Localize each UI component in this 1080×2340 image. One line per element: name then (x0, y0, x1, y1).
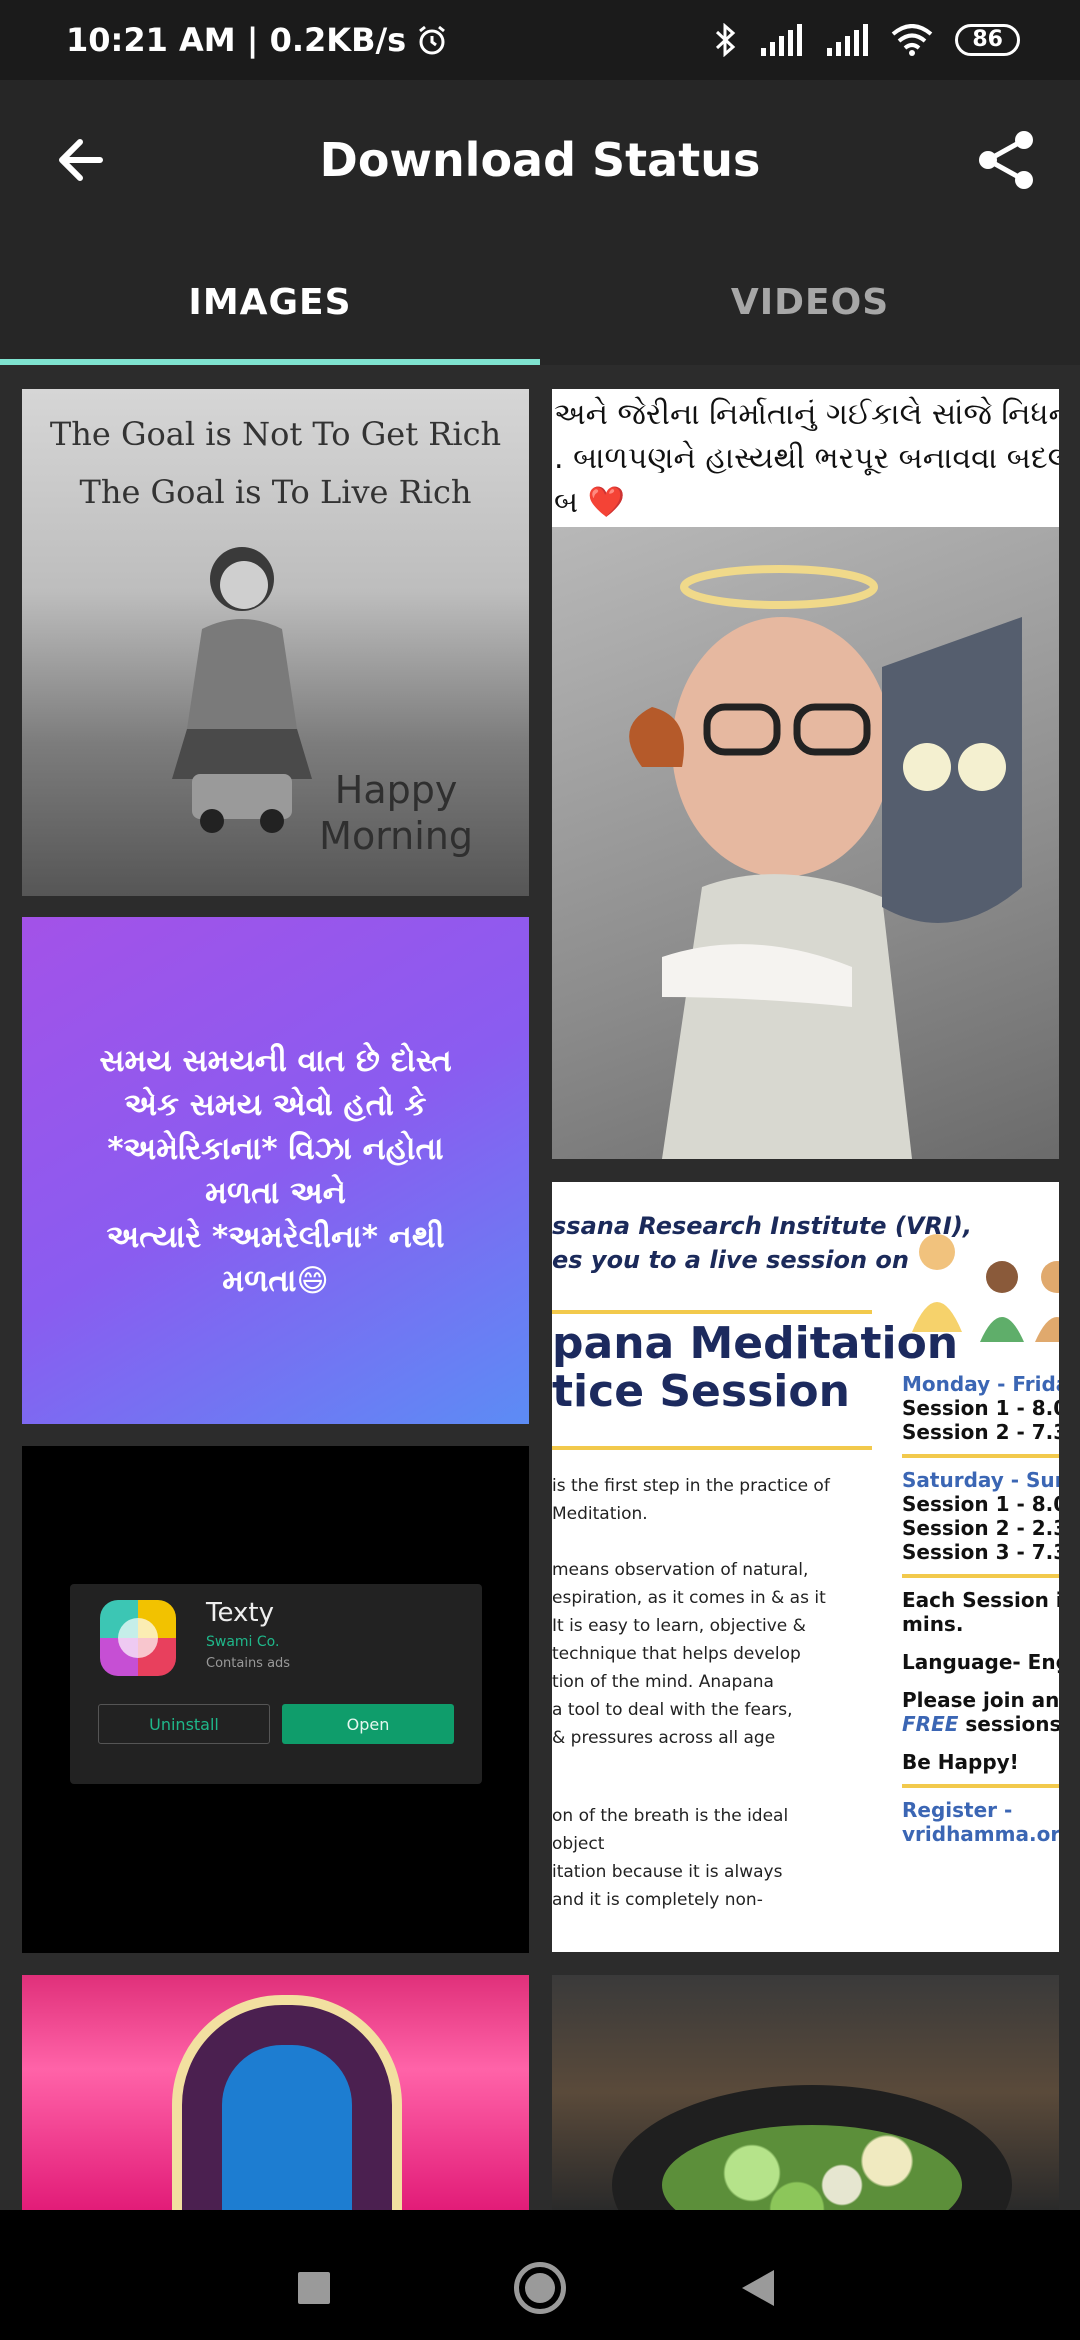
text-line: and it is completely non- (552, 1890, 763, 1910)
status-tile-gujarati[interactable]: સમય સમયની વાત છે દોસ્ત એક સમય એવો હતો કે… (22, 917, 529, 1424)
arrow-left-icon[interactable] (50, 128, 114, 192)
meditation-paragraph: is the first step in the practice of Med… (552, 1472, 830, 1528)
text-line: & pressures across all age (552, 1728, 776, 1748)
meditating-figures (912, 1234, 1059, 1342)
meditation-heading: pana Meditation tice Session (552, 1320, 958, 1416)
tribute-caption: અને જેરીના નિર્માતાનું ગઈકાલે સાંજે નિધન… (552, 389, 1059, 527)
app-icon (100, 1600, 176, 1676)
divider (552, 1446, 872, 1450)
divider (902, 1454, 1059, 1458)
schedule-note: FREE sessions. (902, 1712, 1059, 1736)
status-tile-food[interactable] (552, 1975, 1059, 2210)
meditation-paragraph: on of the breath is the ideal object ita… (552, 1802, 830, 1914)
tab-images[interactable]: IMAGES (0, 240, 540, 365)
text-line: અને જેરીના નિર્માતાનું ગઈકાલે સાંજે નિધન… (554, 397, 1059, 432)
schedule-column: Monday - Friday Session 1 - 8.00 Session… (902, 1372, 1059, 1846)
bluetooth-icon (716, 23, 736, 57)
app-card: Texty Swami Co. Contains ads Uninstall O… (70, 1584, 482, 1784)
schedule-heading: Saturday - Sund (902, 1468, 1059, 1492)
alarm-icon (419, 25, 446, 55)
status-bar: 10:21 AM | 0.2KB/s 86 (0, 0, 1080, 80)
status-time: 10:21 AM | 0.2KB/s (66, 21, 407, 59)
quote-line: Happy (334, 768, 458, 812)
uninstall-button: Uninstall (98, 1704, 270, 1744)
text-line: means observation of natural, (552, 1560, 809, 1580)
text-line: on of the breath is the ideal object (552, 1806, 789, 1854)
sessions-label: sessions. (958, 1712, 1059, 1736)
schedule-item: Session 1 - 8.00 (902, 1492, 1059, 1516)
signal-icon (827, 24, 869, 56)
back-icon[interactable] (742, 2270, 774, 2306)
divider (902, 1574, 1059, 1578)
app-bar: Download Status (0, 80, 1080, 240)
divider (902, 1784, 1059, 1788)
schedule-note: Each Session is o (902, 1588, 1059, 1612)
schedule-note: Please join any o (902, 1688, 1059, 1712)
text-line: એક સમય એવો હતો કે (124, 1086, 427, 1123)
schedule-heading: Monday - Friday (902, 1372, 1059, 1396)
heading-line: pana Meditation (552, 1318, 959, 1369)
signal-icon (761, 24, 803, 56)
text-line: બ ❤️ (554, 485, 625, 520)
schedule-note: mins. (902, 1612, 964, 1636)
open-button: Open (282, 1704, 454, 1744)
home-icon[interactable] (514, 2262, 566, 2314)
schedule-item: Session 1 - 8.00 (902, 1396, 1059, 1420)
free-label: FREE (902, 1712, 959, 1736)
meditation-intro: es you to a live session on (552, 1246, 909, 1274)
text-line: . બાળપણને હાસ્યથી ભરપૂર બનાવવા બદલ આભાર (554, 441, 1059, 476)
heading-line: tice Session (552, 1366, 850, 1417)
meditation-paragraph: means observation of natural, espiration… (552, 1556, 830, 1752)
register-label: Register - (902, 1798, 1013, 1822)
schedule-item: Session 2 - 7.30 (902, 1420, 1059, 1444)
recent-apps-icon[interactable] (298, 2272, 330, 2304)
schedule-item: Session 2 - 2.30 (902, 1516, 1059, 1540)
quote-line: The Goal is Not To Get Rich (49, 415, 502, 453)
text-line: અત્યારે *અમરેલીના* નથી (106, 1218, 445, 1255)
text-line: Meditation. (552, 1504, 648, 1524)
status-tile-app[interactable]: Texty Swami Co. Contains ads Uninstall O… (22, 1446, 529, 1953)
tab-bar: IMAGES VIDEOS (0, 240, 1080, 365)
text-line: tion of the mind. Anapana (552, 1672, 774, 1692)
schedule-note: Language- Engli (902, 1650, 1059, 1674)
page-title: Download Status (319, 133, 761, 187)
text-line: technique that helps develop (552, 1644, 801, 1664)
status-tile-shrine[interactable] (22, 1975, 529, 2210)
status-tile-meditation[interactable]: ssana Research Institute (VRI), es you t… (552, 1182, 1059, 1952)
system-nav-bar (0, 2210, 1080, 2340)
status-tile-quote[interactable]: The Goal is Not To Get Rich The Goal is … (22, 389, 529, 896)
tab-videos[interactable]: VIDEOS (540, 240, 1080, 365)
quote-line: Morning (319, 814, 473, 858)
text-line: સમય સમયની વાત છે દોસ્ત (99, 1042, 452, 1079)
app-ads-label: Contains ads (206, 1656, 291, 1671)
battery-icon: 86 (955, 24, 1020, 56)
app-developer: Swami Co. (206, 1634, 280, 1650)
wifi-icon (892, 24, 933, 56)
app-name: Texty (206, 1598, 274, 1628)
text-line: It is easy to learn, objective & (552, 1616, 806, 1636)
gujarati-text: સમય સમયની વાત છે દોસ્ત એક સમય એવો હતો કે… (69, 1039, 481, 1303)
text-line: *અમેરિકાના* વિઝા નહોતા (107, 1130, 444, 1167)
text-line: espiration, as it comes in & as it (552, 1588, 826, 1608)
idol-figure (222, 2045, 352, 2210)
share-icon[interactable] (972, 126, 1040, 194)
text-line: a tool to deal with the fears, (552, 1700, 793, 1720)
text-line: મળતા અને (205, 1174, 346, 1211)
tribute-illustration (552, 527, 1059, 1159)
divider (552, 1310, 872, 1314)
happy-morning-text: Happy Morning (319, 767, 473, 859)
status-tile-tribute[interactable]: અને જેરીના નિર્માતાનું ગઈકાલે સાંજે નિધન… (552, 389, 1059, 1159)
schedule-item: Session 3 - 7.30 (902, 1540, 1059, 1564)
text-line: itation because it is always (552, 1862, 783, 1882)
quote-line: The Goal is To Live Rich (79, 473, 472, 511)
text-line: is the first step in the practice of (552, 1476, 830, 1496)
text-line: મળતા😄 (222, 1262, 329, 1299)
schedule-note: Be Happy! (902, 1750, 1019, 1774)
status-grid: The Goal is Not To Get Rich The Goal is … (0, 365, 1080, 2210)
register-url: vridhamma.org/ (902, 1822, 1059, 1846)
